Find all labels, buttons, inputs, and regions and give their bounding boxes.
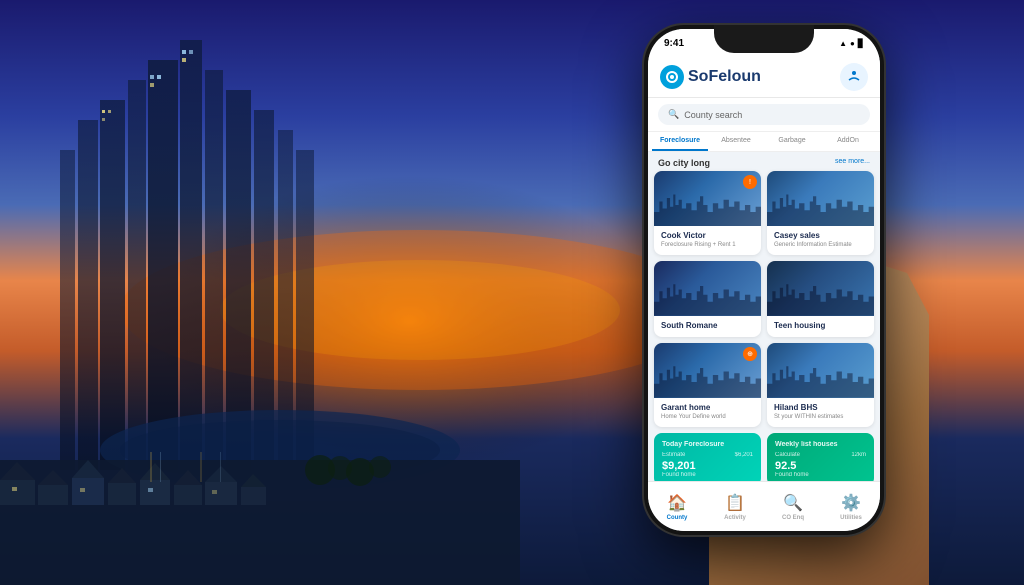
- stat-label-2: Weekly list houses: [775, 441, 866, 448]
- stat-value-1: $9,201: [662, 460, 753, 472]
- property-card-6[interactable]: Hiland BHS St your WITHIN estimates: [767, 343, 874, 427]
- card-subtitle-2: Generic Information Estimate: [774, 242, 867, 250]
- county-nav-icon: 🏠: [667, 493, 687, 513]
- stat-card-teal[interactable]: Today Foreclosure Estimate $6,201 $9,201…: [654, 433, 761, 486]
- card-image-4: [767, 261, 874, 316]
- property-card-4[interactable]: Teen housing: [767, 261, 874, 337]
- search-icon: 🔍: [668, 109, 679, 120]
- see-all-link[interactable]: see more...: [835, 158, 870, 165]
- stat-row-2a-val: 12km: [851, 452, 866, 458]
- stat-label-1: Today Foreclosure: [662, 441, 753, 448]
- status-time: 9:41: [664, 38, 684, 49]
- county-nav-label: County: [667, 515, 688, 521]
- card-content-1: Cook Victor Foreclosure Rising + Rent 1: [654, 226, 761, 255]
- stat-value-2: 92.5: [775, 460, 866, 472]
- search-bar[interactable]: 🔍 County search: [658, 104, 870, 125]
- property-cards-grid: ! Cook Victor Foreclosure Rising + Rent …: [648, 171, 880, 433]
- stat-row-1a: Estimate $6,201: [662, 452, 753, 458]
- card-content-3: South Romane: [654, 316, 761, 337]
- card-content-2: Casey sales Generic Information Estimate: [767, 226, 874, 255]
- card-badge-5: ⊕: [743, 347, 757, 361]
- card-skyline-4: [767, 281, 874, 316]
- card-title-5: Garant home: [661, 403, 754, 412]
- bottom-nav: 🏠 County 📋 Activity 🔍 CO Enq ⚙️ Utilitie…: [648, 481, 880, 531]
- notification-button[interactable]: [840, 63, 868, 91]
- utilities-nav-icon: ⚙️: [841, 493, 861, 513]
- section-label-1: Go city long see more...: [648, 152, 880, 171]
- bottom-nav-utilities[interactable]: ⚙️ Utilities: [822, 493, 880, 521]
- tab-absentee[interactable]: Absentee: [708, 132, 764, 151]
- card-subtitle-5: Home Your Define world: [661, 414, 754, 422]
- signal-icon: ▲: [839, 39, 847, 48]
- stat-card-green[interactable]: Weekly list houses Calculate 12km 92.5 F…: [767, 433, 874, 486]
- tab-garbage[interactable]: Garbage: [764, 132, 820, 151]
- card-skyline-2: [767, 191, 874, 226]
- card-title-1: Cook Victor: [661, 231, 754, 240]
- section-title-1: Go city long: [658, 158, 710, 168]
- status-icons: ▲ ● ▊: [839, 39, 864, 48]
- battery-icon: ▊: [858, 39, 864, 48]
- content-area: Go city long see more... ! Cook Victor: [648, 152, 880, 494]
- card-image-1: !: [654, 171, 761, 226]
- stat-row-1a-val: $6,201: [735, 452, 753, 458]
- bottom-nav-activity[interactable]: 📋 Activity: [706, 493, 764, 521]
- card-badge-1: !: [743, 175, 757, 189]
- bottom-nav-co-enq[interactable]: 🔍 CO Enq: [764, 493, 822, 521]
- bottom-nav-county[interactable]: 🏠 County: [648, 493, 706, 521]
- property-card-1[interactable]: ! Cook Victor Foreclosure Rising + Rent …: [654, 171, 761, 255]
- tab-addon[interactable]: AddOn: [820, 132, 876, 151]
- card-content-5: Garant home Home Your Define world: [654, 398, 761, 427]
- stat-small-2: Found home: [775, 472, 866, 478]
- card-skyline-5: [654, 363, 761, 398]
- card-skyline-3: [654, 281, 761, 316]
- stat-row-2a: Calculate 12km: [775, 452, 866, 458]
- stat-small-1: Found home: [662, 472, 753, 478]
- phone-screen: 9:41 ▲ ● ▊ SoFeloun: [648, 29, 880, 531]
- property-card-5[interactable]: ⊕ Garant home Home Your Define world: [654, 343, 761, 427]
- card-title-3: South Romane: [661, 321, 754, 330]
- app-logo: SoFeloun: [660, 65, 761, 89]
- card-skyline-1: [654, 191, 761, 226]
- activity-nav-icon: 📋: [725, 493, 745, 513]
- phone-notch: [714, 25, 814, 53]
- nav-tabs: Foreclosure Absentee Garbage AddOn: [648, 132, 880, 152]
- phone-wrapper: 9:41 ▲ ● ▊ SoFeloun: [644, 25, 904, 555]
- phone-device: 9:41 ▲ ● ▊ SoFeloun: [644, 25, 884, 535]
- property-card-3[interactable]: South Romane: [654, 261, 761, 337]
- tab-foreclosure[interactable]: Foreclosure: [652, 132, 708, 151]
- card-title-6: Hiland BHS: [774, 403, 867, 412]
- card-image-6: [767, 343, 874, 398]
- activity-nav-label: Activity: [724, 515, 746, 521]
- wifi-icon: ●: [850, 39, 855, 48]
- search-placeholder: County search: [684, 110, 742, 120]
- card-image-3: [654, 261, 761, 316]
- card-image-5: ⊕: [654, 343, 761, 398]
- card-subtitle-1: Foreclosure Rising + Rent 1: [661, 242, 754, 250]
- app-logo-icon: [660, 65, 684, 89]
- stat-row-1a-key: Estimate: [662, 452, 685, 458]
- card-image-2: [767, 171, 874, 226]
- stat-row-2a-key: Calculate: [775, 452, 800, 458]
- app-name: SoFeloun: [688, 68, 761, 86]
- notification-icon: [847, 70, 861, 84]
- card-skyline-6: [767, 363, 874, 398]
- app-header: SoFeloun: [648, 57, 880, 98]
- search-area: 🔍 County search: [648, 98, 880, 132]
- card-content-4: Teen housing: [767, 316, 874, 337]
- card-subtitle-6: St your WITHIN estimates: [774, 414, 867, 422]
- card-title-2: Casey sales: [774, 231, 867, 240]
- card-title-4: Teen housing: [774, 321, 867, 330]
- co-enq-nav-icon: 🔍: [783, 493, 803, 513]
- property-card-2[interactable]: Casey sales Generic Information Estimate: [767, 171, 874, 255]
- card-content-6: Hiland BHS St your WITHIN estimates: [767, 398, 874, 427]
- co-enq-nav-label: CO Enq: [782, 515, 804, 521]
- logo-svg: [665, 70, 679, 84]
- utilities-nav-label: Utilities: [840, 515, 862, 521]
